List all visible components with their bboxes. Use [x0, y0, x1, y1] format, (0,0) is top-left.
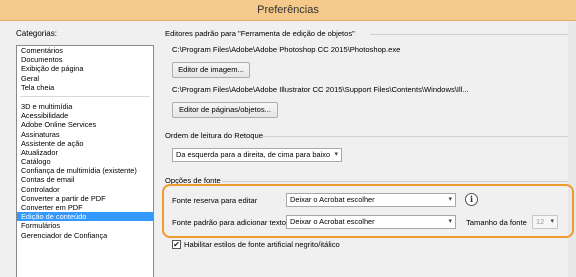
fallback-font-select[interactable]: Deixar o Acrobat escolher ▾ [286, 193, 456, 207]
category-item[interactable]: Converter a partir de PDF [17, 194, 153, 203]
default-font-label: Fonte padrão para adicionar texto [172, 218, 286, 227]
image-editor-path: C:\Program Files\Adobe\Adobe Photoshop C… [172, 45, 401, 54]
reading-order-title: Ordem de leitura do Retoque [165, 131, 263, 140]
category-item[interactable]: Edição de conteúdo [17, 212, 153, 222]
category-item[interactable]: Acessibilidade [17, 111, 153, 120]
category-item[interactable]: 3D e multimídia [17, 102, 153, 111]
categories-panel: Categorias: Comentários Documentos Exibiçã… [14, 27, 154, 277]
page-editor-button[interactable]: Editor de páginas/objetos... [172, 102, 278, 118]
category-item[interactable]: Tela cheia [17, 83, 153, 92]
page-editor-path: C:\Program Files\Adobe\Adobe Illustrator… [172, 85, 469, 94]
title-bar: Preferências [0, 0, 576, 21]
window-edge [568, 21, 576, 277]
fallback-font-label: Fonte reserva para editar [172, 196, 258, 205]
category-separator [20, 95, 150, 97]
category-item[interactable]: Assinaturas [17, 130, 153, 139]
category-item[interactable]: Assistente de ação [17, 139, 153, 148]
category-item[interactable]: Adobe Online Services [17, 120, 153, 129]
category-item[interactable]: Formulários [17, 221, 153, 230]
reading-order-divider [262, 136, 568, 137]
default-font-value: Deixar o Acrobat escolher [290, 217, 375, 226]
category-item[interactable]: Comentários [17, 46, 153, 55]
reading-order-value: Da esquerda para a direita, de cima para… [176, 150, 331, 159]
font-size-select: 12 ▾ [532, 215, 558, 229]
font-size-value: 12 [536, 217, 545, 226]
categories-label: Categorias: [16, 29, 57, 38]
font-size-label: Tamanho da fonte [466, 218, 527, 227]
editors-section-title: Editores padrão para "Ferramenta de ediç… [165, 29, 355, 38]
artificial-styles-label: Habilitar estilos de fonte artificial ne… [184, 240, 340, 249]
category-item[interactable]: Documentos [17, 55, 153, 64]
category-item[interactable]: Exibição de página [17, 64, 153, 73]
chevron-down-icon: ▾ [334, 151, 338, 158]
fallback-font-value: Deixar o Acrobat escolher [290, 195, 375, 204]
category-item[interactable]: Catálogo [17, 157, 153, 166]
window-title: Preferências [257, 4, 319, 16]
category-item[interactable]: Geral [17, 74, 153, 83]
info-icon[interactable]: i [465, 193, 478, 206]
chevron-down-icon: ▾ [448, 218, 452, 225]
category-item[interactable]: Converter em PDF [17, 203, 153, 212]
reading-order-select[interactable]: Da esquerda para a direita, de cima para… [172, 148, 342, 162]
categories-list[interactable]: Comentários Documentos Exibição de página G… [16, 45, 154, 277]
editors-divider [370, 34, 568, 35]
category-item[interactable]: Contas de email [17, 175, 153, 184]
artificial-styles-checkbox[interactable]: ✔ [172, 240, 181, 249]
category-item[interactable]: Gerenciador de Confiança [17, 231, 153, 240]
category-item[interactable]: Atualizador [17, 148, 153, 157]
font-options-divider [222, 181, 568, 182]
image-editor-button[interactable]: Editor de imagem... [172, 62, 250, 78]
category-item[interactable]: Confiança de multimídia (existente) [17, 166, 153, 175]
chevron-down-icon: ▾ [448, 196, 452, 203]
chevron-down-icon: ▾ [550, 218, 554, 225]
default-font-select[interactable]: Deixar o Acrobat escolher ▾ [286, 215, 456, 229]
category-item[interactable]: Controlador [17, 185, 153, 194]
